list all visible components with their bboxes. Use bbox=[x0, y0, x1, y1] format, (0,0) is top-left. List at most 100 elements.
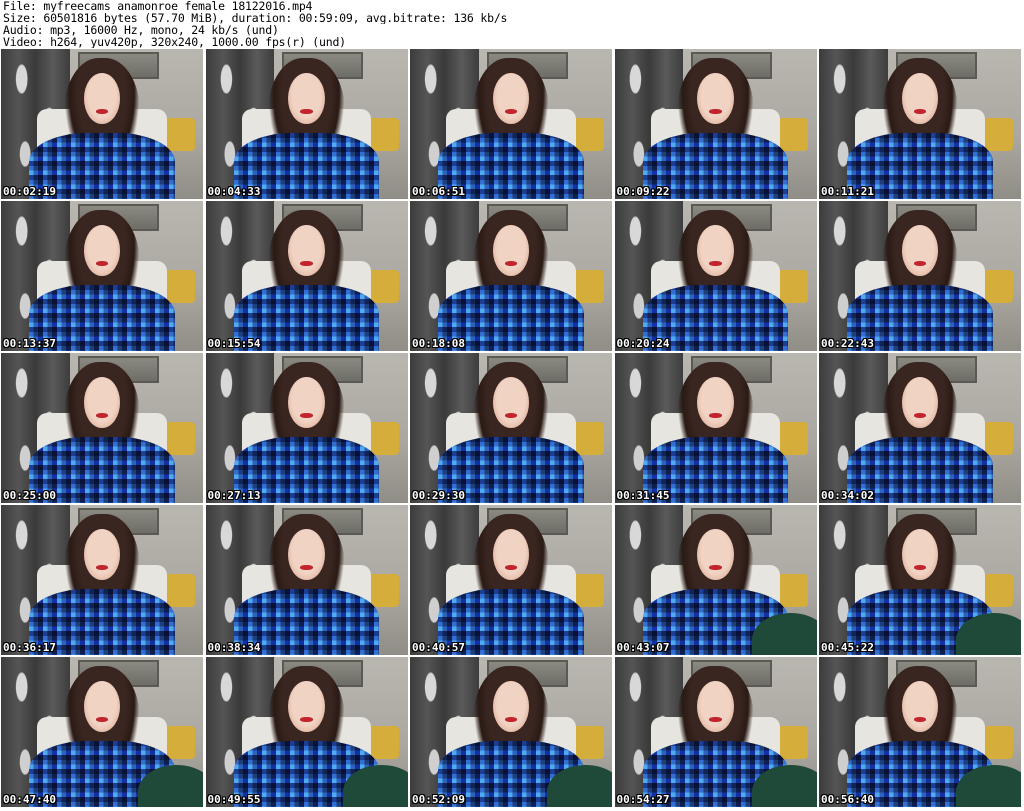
video-frame-thumbnail: 00:34:02 bbox=[819, 353, 1021, 503]
video-frame-thumbnail: 00:15:54 bbox=[205, 201, 408, 351]
frame-timestamp: 00:36:17 bbox=[3, 641, 56, 654]
frame-timestamp: 00:25:00 bbox=[3, 489, 56, 502]
face-shape bbox=[492, 529, 530, 580]
face-shape bbox=[697, 681, 734, 732]
lips-shape bbox=[709, 565, 722, 570]
video-frame-thumbnail: 00:22:43 bbox=[819, 201, 1021, 351]
frame-timestamp: 00:15:54 bbox=[207, 337, 261, 350]
video-frame-thumbnail: 00:45:22 bbox=[819, 505, 1021, 655]
video-frame-thumbnail: 00:52:09 bbox=[410, 657, 612, 807]
lips-shape bbox=[913, 261, 927, 266]
video-frame-thumbnail: 00:40:57 bbox=[410, 505, 612, 655]
lips-shape bbox=[913, 565, 927, 570]
video-frame-thumbnail: 00:47:40 bbox=[1, 657, 203, 807]
video-frame-thumbnail: 00:38:34 bbox=[205, 505, 408, 655]
file-info-header: File: myfreecams_anamonroe_female_181220… bbox=[3, 0, 1021, 48]
audio-info-line: Audio: mp3, 16000 Hz, mono, 24 kb/s (und… bbox=[3, 24, 279, 36]
contact-sheet: File: myfreecams_anamonroe_female_181220… bbox=[0, 0, 1024, 811]
video-frame-thumbnail: 00:18:08 bbox=[410, 201, 612, 351]
lips-shape bbox=[504, 109, 518, 114]
lips-shape bbox=[504, 717, 518, 722]
lips-shape bbox=[300, 565, 313, 570]
lips-shape bbox=[709, 261, 722, 266]
lips-shape bbox=[95, 717, 109, 722]
face-shape bbox=[83, 225, 121, 276]
frame-timestamp: 00:02:19 bbox=[3, 185, 56, 198]
frame-timestamp: 00:29:30 bbox=[412, 489, 465, 502]
frame-timestamp: 00:04:33 bbox=[207, 185, 261, 198]
frame-timestamp: 00:49:55 bbox=[207, 793, 261, 806]
video-frame-thumbnail: 00:11:21 bbox=[819, 49, 1021, 199]
video-frame-thumbnail: 00:04:33 bbox=[205, 49, 408, 199]
frame-timestamp: 00:13:37 bbox=[3, 337, 56, 350]
frame-timestamp: 00:43:07 bbox=[616, 641, 670, 654]
video-frame-thumbnail: 00:31:45 bbox=[614, 353, 817, 503]
video-frame-thumbnail: 00:49:55 bbox=[205, 657, 408, 807]
frame-timestamp: 00:45:22 bbox=[821, 641, 874, 654]
lips-shape bbox=[300, 109, 313, 114]
frame-timestamp: 00:34:02 bbox=[821, 489, 874, 502]
frame-timestamp: 00:11:21 bbox=[821, 185, 874, 198]
lips-shape bbox=[504, 413, 518, 418]
face-shape bbox=[288, 529, 325, 580]
video-frame-thumbnail: 00:20:24 bbox=[614, 201, 817, 351]
frame-timestamp: 00:47:40 bbox=[3, 793, 56, 806]
frame-timestamp: 00:54:27 bbox=[616, 793, 670, 806]
face-shape bbox=[288, 681, 325, 732]
lips-shape bbox=[504, 261, 518, 266]
lips-shape bbox=[709, 717, 722, 722]
file-name-line: File: myfreecams_anamonroe_female_181220… bbox=[3, 0, 313, 12]
face-shape bbox=[492, 681, 530, 732]
frame-timestamp: 00:38:34 bbox=[207, 641, 261, 654]
lips-shape bbox=[95, 413, 109, 418]
lips-shape bbox=[300, 413, 313, 418]
file-size-line: Size: 60501816 bytes (57.70 MiB), durati… bbox=[3, 12, 508, 24]
lips-shape bbox=[504, 565, 518, 570]
video-frame-thumbnail: 00:09:22 bbox=[614, 49, 817, 199]
video-frame-thumbnail: 00:43:07 bbox=[614, 505, 817, 655]
face-shape bbox=[697, 377, 734, 428]
video-frame-thumbnail: 00:56:40 bbox=[819, 657, 1021, 807]
lips-shape bbox=[300, 261, 313, 266]
lips-shape bbox=[709, 109, 722, 114]
frame-timestamp: 00:22:43 bbox=[821, 337, 874, 350]
video-frame-thumbnail: 00:36:17 bbox=[1, 505, 203, 655]
video-frame-thumbnail: 00:25:00 bbox=[1, 353, 203, 503]
face-shape bbox=[697, 73, 734, 124]
lips-shape bbox=[913, 109, 927, 114]
face-shape bbox=[697, 225, 734, 276]
frame-timestamp: 00:56:40 bbox=[821, 793, 874, 806]
face-shape bbox=[901, 377, 939, 428]
frame-timestamp: 00:09:22 bbox=[616, 185, 670, 198]
video-frame-thumbnail: 00:06:51 bbox=[410, 49, 612, 199]
lips-shape bbox=[913, 717, 927, 722]
face-shape bbox=[901, 529, 939, 580]
lips-shape bbox=[95, 109, 109, 114]
lips-shape bbox=[709, 413, 722, 418]
frame-timestamp: 00:52:09 bbox=[412, 793, 465, 806]
lips-shape bbox=[300, 717, 313, 722]
thumbnail-grid: 00:02:19 00:04:33 00:06:51 00:09:22 00:11:21… bbox=[0, 49, 1024, 811]
video-info-line: Video: h264, yuv420p, 320x240, 1000.00 f… bbox=[3, 36, 346, 48]
face-shape bbox=[901, 73, 939, 124]
face-shape bbox=[288, 377, 325, 428]
video-frame-thumbnail: 00:29:30 bbox=[410, 353, 612, 503]
video-frame-thumbnail: 00:13:37 bbox=[1, 201, 203, 351]
face-shape bbox=[83, 529, 121, 580]
frame-timestamp: 00:31:45 bbox=[616, 489, 670, 502]
lips-shape bbox=[95, 565, 109, 570]
frame-timestamp: 00:18:08 bbox=[412, 337, 465, 350]
face-shape bbox=[492, 377, 530, 428]
face-shape bbox=[492, 73, 530, 124]
frame-timestamp: 00:06:51 bbox=[412, 185, 465, 198]
video-frame-thumbnail: 00:54:27 bbox=[614, 657, 817, 807]
frame-timestamp: 00:27:13 bbox=[207, 489, 261, 502]
face-shape bbox=[83, 377, 121, 428]
frame-timestamp: 00:20:24 bbox=[616, 337, 670, 350]
video-frame-thumbnail: 00:02:19 bbox=[1, 49, 203, 199]
face-shape bbox=[83, 681, 121, 732]
face-shape bbox=[288, 73, 325, 124]
lips-shape bbox=[95, 261, 109, 266]
face-shape bbox=[697, 529, 734, 580]
face-shape bbox=[492, 225, 530, 276]
